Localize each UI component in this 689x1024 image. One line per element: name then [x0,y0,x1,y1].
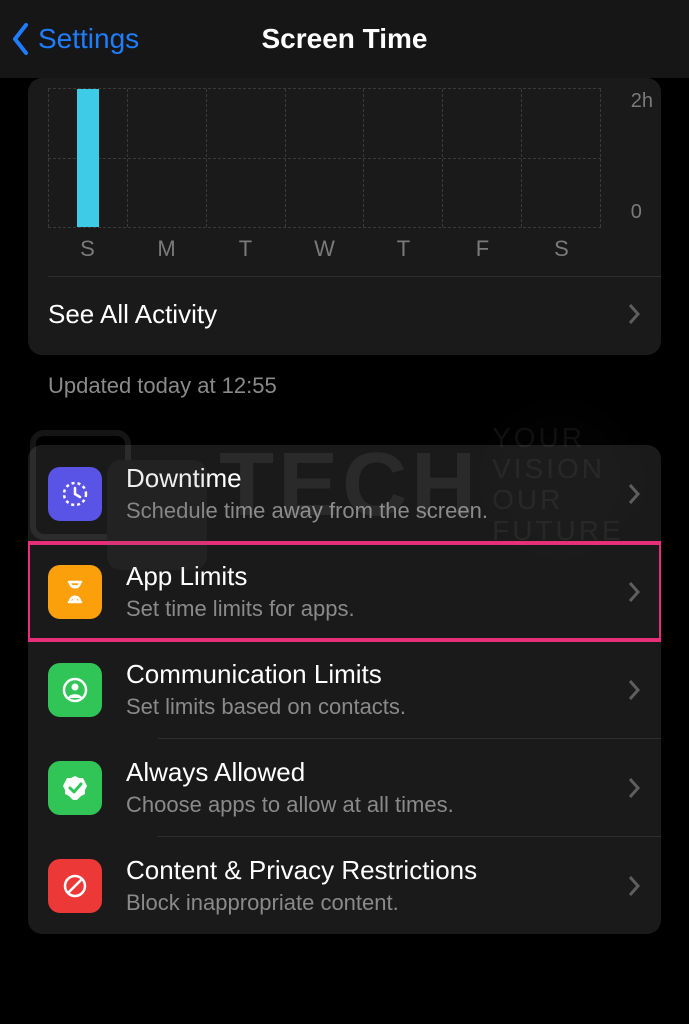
check-badge-icon [48,761,102,815]
row-subtitle: Schedule time away from the screen. [126,498,627,524]
row-title: App Limits [126,561,627,592]
x-tick: F [443,236,522,262]
row-subtitle: Block inappropriate content. [126,890,627,916]
chart-bar-tue [206,89,285,227]
updated-timestamp: Updated today at 12:55 [48,373,689,399]
chevron-right-icon [627,482,641,506]
row-title: Content & Privacy Restrictions [126,855,627,886]
row-subtitle: Set time limits for apps. [126,596,627,622]
back-label: Settings [38,23,139,55]
downtime-icon [48,467,102,521]
page-title: Screen Time [261,23,427,55]
no-entry-icon [48,859,102,913]
x-tick: S [522,236,601,262]
row-title: Always Allowed [126,757,627,788]
x-tick: T [206,236,285,262]
see-all-activity-row[interactable]: See All Activity [28,277,661,351]
chevron-right-icon [627,874,641,898]
hourglass-icon [48,565,102,619]
chart-bar-sun [48,89,127,227]
usage-bar-chart: 2h 0 [28,78,661,228]
chart-x-axis: S M T W T F S [28,228,661,276]
row-content-privacy[interactable]: Content & Privacy Restrictions Block ina… [28,837,661,934]
row-communication-limits[interactable]: Communication Limits Set limits based on… [28,641,661,738]
row-subtitle: Choose apps to allow at all times. [126,792,627,818]
chart-bar-wed [285,89,364,227]
x-tick: T [364,236,443,262]
chart-bar-fri [442,89,521,227]
usage-chart-card: 2h 0 S M T W T F S See All Activity [28,78,661,355]
screen-time-settings-list: Downtime Schedule time away from the scr… [28,445,661,934]
chart-bar-sat [521,89,601,227]
chevron-right-icon [627,776,641,800]
contact-icon [48,663,102,717]
row-app-limits[interactable]: App Limits Set time limits for apps. [28,543,661,640]
row-downtime[interactable]: Downtime Schedule time away from the scr… [28,445,661,542]
x-tick: S [48,236,127,262]
navigation-bar: Settings Screen Time [0,0,689,78]
see-all-label: See All Activity [48,299,217,330]
x-tick: W [285,236,364,262]
chevron-right-icon [627,580,641,604]
chart-y-axis: 2h 0 [631,90,653,224]
x-tick: M [127,236,206,262]
chevron-left-icon [10,22,32,56]
chevron-right-icon [627,678,641,702]
row-title: Communication Limits [126,659,627,690]
chart-bar-mon [127,89,206,227]
chevron-right-icon [627,302,641,326]
row-always-allowed[interactable]: Always Allowed Choose apps to allow at a… [28,739,661,836]
y-tick-bottom: 0 [631,201,653,224]
y-tick-top: 2h [631,90,653,113]
row-title: Downtime [126,463,627,494]
row-subtitle: Set limits based on contacts. [126,694,627,720]
back-button[interactable]: Settings [10,22,139,56]
chart-bar-thu [363,89,442,227]
